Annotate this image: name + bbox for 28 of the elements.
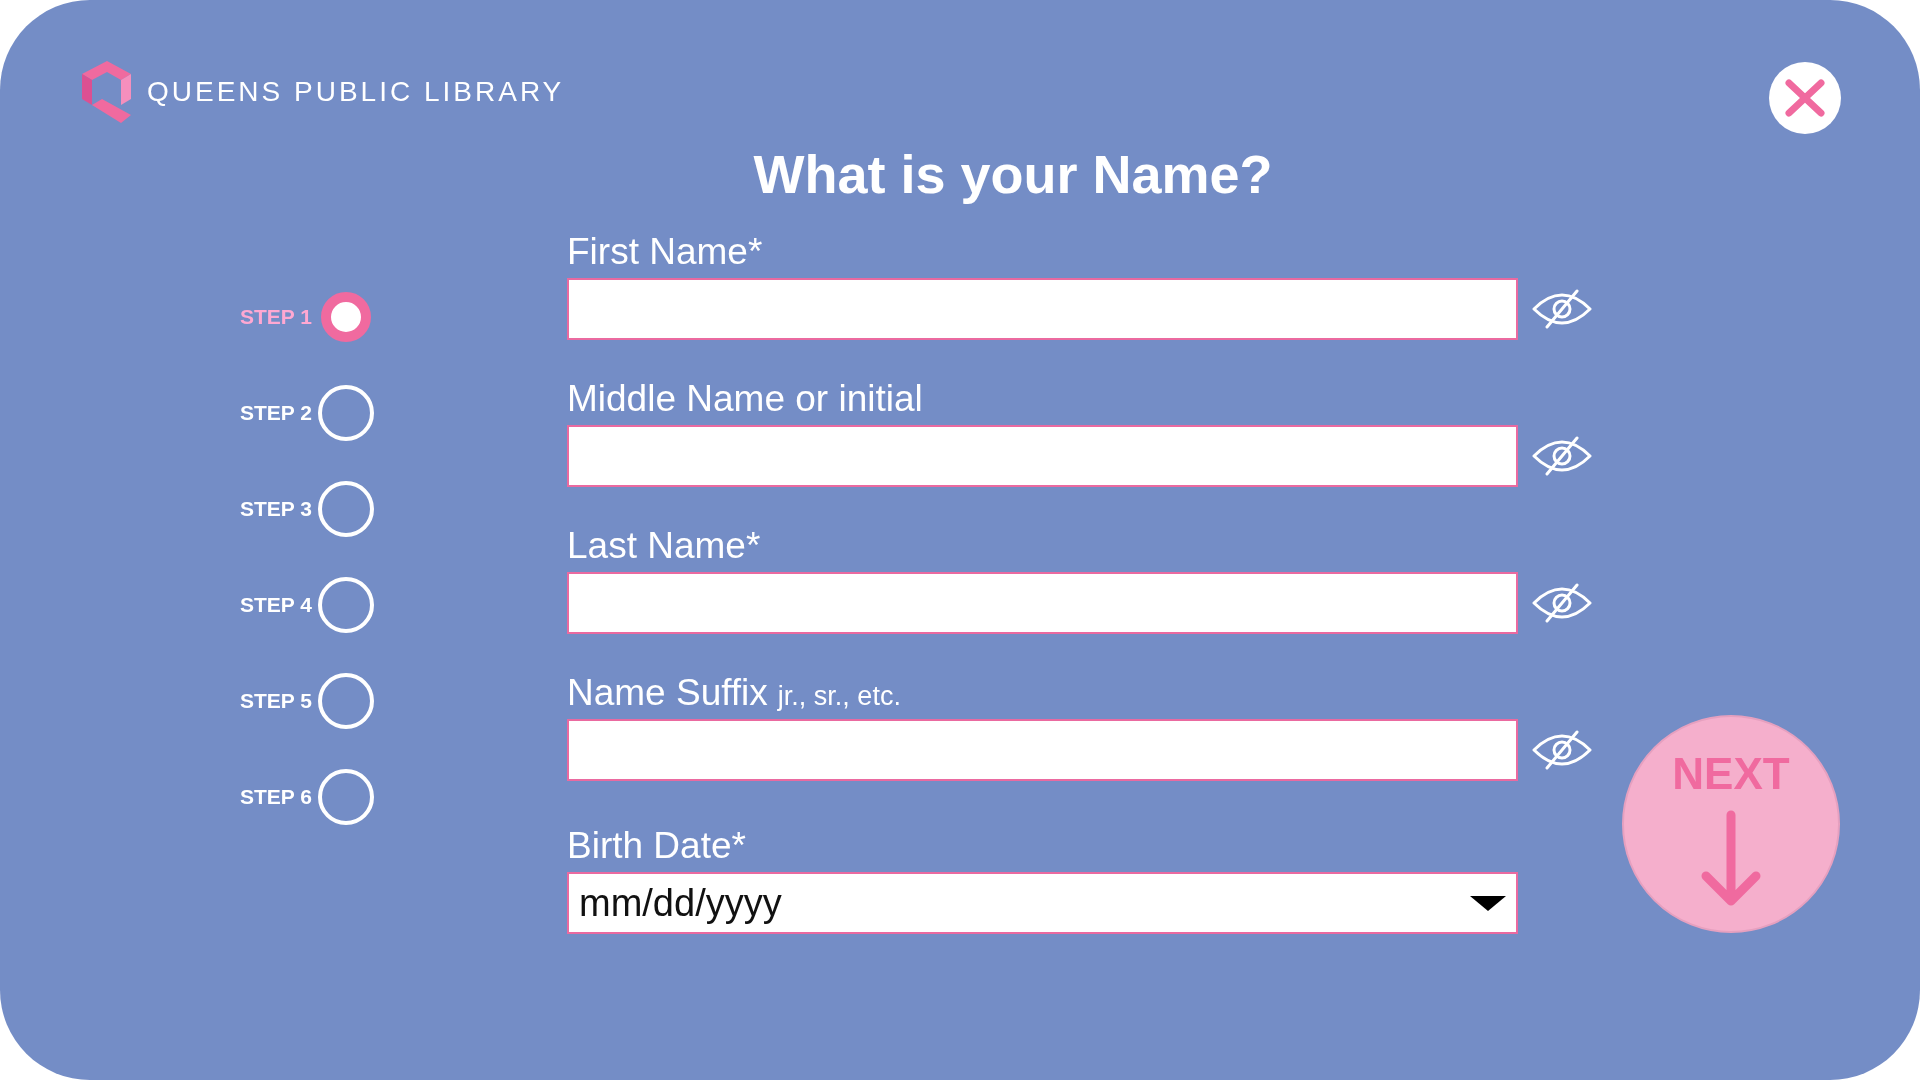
step-label: STEP 1	[240, 304, 312, 330]
eye-slash-icon[interactable]	[1531, 583, 1593, 623]
field-label: Birth Date*	[567, 824, 746, 868]
text-field[interactable]	[567, 278, 1518, 340]
eye-slash-icon[interactable]	[1531, 289, 1593, 329]
eye-slash-icon[interactable]	[1531, 730, 1593, 770]
field-label: First Name*	[567, 230, 763, 274]
down-arrow-icon	[1699, 810, 1763, 906]
close-icon	[1785, 79, 1825, 117]
step-label: STEP 2	[240, 400, 312, 426]
field-label: Name Suffix	[567, 671, 768, 715]
text-field[interactable]	[567, 425, 1518, 487]
library-name: QUEENS PUBLIC LIBRARY	[147, 78, 565, 106]
hexagon-logo-icon	[82, 61, 131, 123]
field-label: Middle Name or initial	[567, 377, 923, 421]
next-button[interactable]: NEXT	[1622, 715, 1840, 933]
eye-slash-icon[interactable]	[1531, 436, 1593, 476]
step-label: STEP 4	[240, 592, 312, 618]
step-label: STEP 5	[240, 688, 312, 714]
text-field[interactable]	[567, 572, 1518, 634]
date-field[interactable]: mm/dd/yyyy	[567, 872, 1518, 934]
step-label: STEP 3	[240, 496, 312, 522]
text-field[interactable]	[567, 719, 1518, 781]
field-label: Last Name*	[567, 524, 761, 568]
caret-icon[interactable]	[1470, 896, 1506, 911]
page-title: What is your Name?	[753, 144, 1273, 204]
step-label: STEP 6	[240, 784, 312, 810]
label-hint: jr., sr., etc.	[777, 681, 901, 713]
